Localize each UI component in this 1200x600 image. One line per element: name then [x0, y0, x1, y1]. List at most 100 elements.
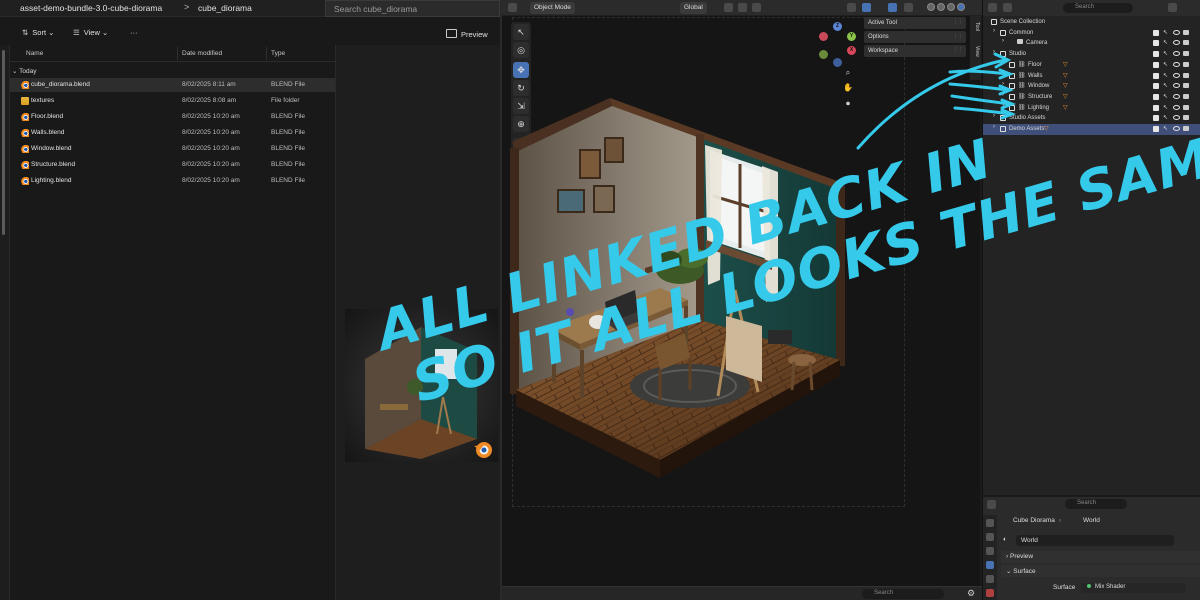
- preview-pane-button[interactable]: Preview: [446, 29, 488, 39]
- move-tool-icon[interactable]: ✥: [513, 62, 529, 78]
- mode-dropdown[interactable]: Object Mode: [530, 2, 575, 14]
- eye-icon[interactable]: [1173, 115, 1180, 121]
- panel-active-tool[interactable]: Active Tool: [864, 17, 966, 29]
- checkbox-icon[interactable]: [1153, 93, 1159, 100]
- neg-z-axis-icon[interactable]: [833, 58, 842, 67]
- neg-x-axis-icon[interactable]: [819, 32, 828, 41]
- breadcrumb-root[interactable]: asset-demo-bundle-3.0-cube-diorama: [20, 3, 162, 13]
- outliner-row[interactable]: Scene Collection: [983, 17, 1200, 28]
- checkbox-icon[interactable]: [1153, 61, 1159, 68]
- pivot-icon[interactable]: [724, 3, 733, 12]
- chevron-icon[interactable]: ›: [1002, 71, 1004, 77]
- breadcrumb-current[interactable]: cube_diorama: [198, 3, 252, 13]
- x-axis-icon[interactable]: X: [847, 46, 856, 55]
- chevron-icon[interactable]: ›: [1002, 81, 1004, 87]
- cursor-tool-icon[interactable]: ◎: [513, 42, 529, 58]
- eye-icon[interactable]: [1173, 83, 1180, 89]
- group-header-today[interactable]: ⌄ Today: [12, 67, 37, 75]
- checkbox-icon[interactable]: [1153, 83, 1159, 90]
- panel-options[interactable]: Options: [864, 31, 966, 43]
- render-camera-icon[interactable]: [1183, 29, 1189, 35]
- chevron-icon[interactable]: ›: [993, 49, 995, 55]
- column-header-type[interactable]: Type: [271, 50, 285, 57]
- select-arrow-icon[interactable]: ↖: [1163, 72, 1168, 79]
- outliner-search-input[interactable]: Search: [1063, 3, 1133, 13]
- view-button[interactable]: ☰ View ⌄: [73, 28, 108, 37]
- properties-search-input[interactable]: Search: [1065, 499, 1127, 509]
- render-camera-icon[interactable]: [1183, 104, 1189, 110]
- render-camera-icon[interactable]: [1183, 61, 1189, 67]
- select-arrow-icon[interactable]: ↖: [1163, 50, 1168, 57]
- select-arrow-icon[interactable]: ↖: [1163, 82, 1168, 89]
- render-tab-icon[interactable]: [986, 533, 994, 541]
- outliner-row[interactable]: › ⛓ Lighting ▽ ↖: [983, 103, 1200, 114]
- eye-icon[interactable]: [1173, 51, 1180, 57]
- tab-view[interactable]: View: [971, 46, 980, 57]
- select-tool-icon[interactable]: ↖: [513, 24, 529, 40]
- outliner-row[interactable]: › Studio Assets ↖: [983, 113, 1200, 124]
- column-divider[interactable]: [266, 47, 267, 60]
- eye-icon[interactable]: [1173, 104, 1180, 110]
- eye-icon[interactable]: [1173, 72, 1180, 78]
- render-camera-icon[interactable]: [1183, 126, 1189, 131]
- chevron-icon[interactable]: ›: [993, 28, 995, 34]
- search-input[interactable]: Search cube_diorama: [325, 0, 500, 17]
- eye-icon[interactable]: [1173, 29, 1180, 35]
- chevron-icon[interactable]: ›: [993, 113, 995, 119]
- z-axis-icon[interactable]: Z: [833, 22, 842, 31]
- visibility-icon[interactable]: [847, 3, 856, 12]
- select-arrow-icon[interactable]: ↖: [1163, 29, 1168, 36]
- section-preview[interactable]: › Preview: [1001, 551, 1200, 563]
- surface-shader-field[interactable]: Mix Shader: [1081, 583, 1186, 593]
- eye-icon[interactable]: [1173, 61, 1180, 67]
- checkbox-icon[interactable]: [1153, 40, 1159, 47]
- render-camera-icon[interactable]: [1183, 40, 1189, 46]
- checkbox-icon[interactable]: [1153, 104, 1159, 111]
- panel-workspace[interactable]: Workspace: [864, 45, 966, 57]
- checkbox-icon[interactable]: [1153, 29, 1159, 36]
- render-camera-icon[interactable]: [1183, 93, 1189, 99]
- eye-icon[interactable]: [1173, 126, 1180, 131]
- column-header-date[interactable]: Date modified: [182, 50, 222, 57]
- render-camera-icon[interactable]: [1183, 115, 1189, 121]
- select-arrow-icon[interactable]: ↖: [1163, 125, 1168, 132]
- select-arrow-icon[interactable]: ↖: [1163, 39, 1168, 46]
- world-tab-icon[interactable]: [986, 561, 994, 569]
- tab-tool[interactable]: Tool: [971, 22, 980, 31]
- nav-scrollbar[interactable]: [2, 50, 5, 235]
- overlay-toggle-icon[interactable]: [888, 3, 897, 12]
- outliner-row[interactable]: › Demo Assets ▽ ↖: [983, 124, 1200, 135]
- checkbox-icon[interactable]: [1153, 126, 1159, 132]
- column-divider[interactable]: [177, 47, 178, 60]
- chevron-icon[interactable]: ›: [1002, 38, 1004, 44]
- y-axis-icon[interactable]: Y: [847, 32, 856, 41]
- editor-type-icon[interactable]: [987, 500, 996, 509]
- select-arrow-icon[interactable]: ↖: [1163, 61, 1168, 68]
- outliner-row[interactable]: › ⛓ Structure ▽ ↖: [983, 92, 1200, 103]
- render-camera-icon[interactable]: [1183, 83, 1189, 89]
- tool-tab-icon[interactable]: [986, 519, 994, 527]
- outliner-row[interactable]: › Camera ↖: [983, 38, 1200, 49]
- proportional-edit-icon[interactable]: [752, 3, 761, 12]
- select-arrow-icon[interactable]: ↖: [1163, 114, 1168, 121]
- chevron-icon[interactable]: ›: [1002, 60, 1004, 66]
- navigation-gizmo[interactable]: Z Y X: [817, 22, 859, 67]
- output-tab-icon[interactable]: [986, 547, 994, 555]
- zoom-icon[interactable]: ⌕: [843, 68, 853, 78]
- file-row[interactable]: Lighting.blend 8/02/2025 10:20 am BLEND Fi…: [10, 174, 335, 188]
- file-row[interactable]: Structure.blend 8/02/2025 10:20 am BLEND F…: [10, 158, 335, 172]
- chevron-icon[interactable]: ›: [1002, 92, 1004, 98]
- chevron-icon[interactable]: ›: [993, 124, 995, 130]
- file-row[interactable]: textures 8/02/2025 8:08 am File folder: [10, 94, 335, 108]
- world-datablock-field[interactable]: World: [1016, 535, 1174, 546]
- file-row[interactable]: cube_diorama.blend 8/02/2025 8:11 am BLEND…: [10, 78, 335, 92]
- eye-icon[interactable]: [1173, 93, 1180, 99]
- blender-3d-viewport[interactable]: Object Mode Global ↖ ◎ ✥ ↻ ⇲ ⊕ ✎ 📐 ▣: [500, 0, 982, 600]
- section-surface[interactable]: ⌄ Surface: [1001, 565, 1200, 577]
- render-camera-icon[interactable]: [1183, 72, 1189, 78]
- wireframe-shading-icon[interactable]: [927, 3, 935, 11]
- snap-icon[interactable]: [738, 3, 747, 12]
- gear-icon[interactable]: ⚙: [967, 588, 975, 599]
- chevron-icon[interactable]: ›: [1002, 103, 1004, 109]
- outliner-row[interactable]: › Studio ↖: [983, 49, 1200, 60]
